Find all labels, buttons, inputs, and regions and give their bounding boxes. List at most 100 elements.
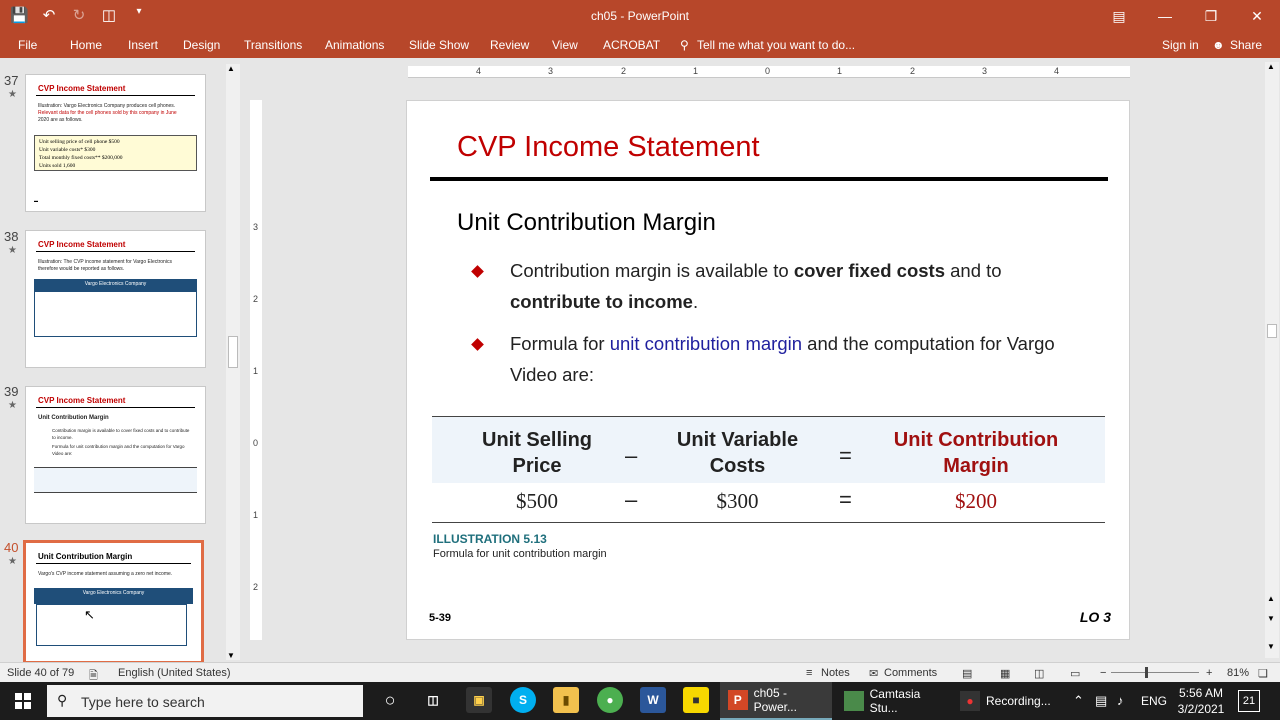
next-slide-icon[interactable]: ▼	[1267, 642, 1275, 651]
slide-thumbnail-38[interactable]: CVP Income Statement Illustration: The C…	[25, 230, 206, 368]
tab-animations[interactable]: Animations	[325, 38, 384, 52]
thumb-formula	[34, 467, 197, 493]
thumb-table-header: Vargo Electronics Company	[34, 588, 193, 604]
network-icon[interactable]: ▤	[1095, 693, 1107, 709]
tab-file[interactable]: File	[18, 38, 37, 52]
tab-acrobat[interactable]: ACROBAT	[603, 38, 660, 52]
zoom-slider-track[interactable]	[1111, 672, 1199, 673]
thumb-data-box: Unit selling price of cell phone $500 Un…	[34, 135, 197, 171]
word-icon[interactable]: W	[640, 687, 666, 713]
thumb-text: Illustration: The CVP income statement f…	[38, 259, 172, 272]
slide-thumbnail-40[interactable]: Unit Contribution Margin Vargo's CVP inc…	[23, 540, 204, 664]
slideshow-icon[interactable]: ▭	[1070, 667, 1080, 680]
thumb-table	[34, 291, 197, 337]
slide-subtitle[interactable]: Unit Contribution Margin	[457, 209, 716, 237]
file-explorer-icon[interactable]: ▮	[553, 687, 579, 713]
scroll-down-icon[interactable]: ▼	[1267, 614, 1275, 623]
zoom-slider-handle[interactable]	[1145, 667, 1148, 678]
chrome-icon[interactable]: ●	[597, 687, 623, 713]
illustration-number: ILLUSTRATION 5.13	[433, 532, 547, 546]
tab-transitions[interactable]: Transitions	[244, 38, 302, 52]
scrollbar-thumb[interactable]	[228, 336, 238, 368]
maximize-button[interactable]: ❐	[1188, 0, 1234, 32]
thumb-number: 37	[4, 73, 19, 88]
notification-center-icon[interactable]: 21	[1238, 690, 1260, 712]
zoom-out-button[interactable]: −	[1100, 667, 1106, 679]
fit-to-window-icon[interactable]: ❏	[1258, 667, 1268, 680]
thumb-bullet: Formula for unit contribution margin and…	[52, 444, 185, 456]
scroll-up-icon[interactable]: ▲	[1267, 62, 1275, 71]
lightbulb-icon: ⚲	[680, 38, 689, 52]
slide-counter: Slide 40 of 79	[7, 667, 75, 679]
illustration-caption: Formula for unit contribution margin	[433, 548, 607, 560]
thumbnail-scrollbar[interactable]: ▲ ▼	[226, 64, 240, 660]
windows-start-icon[interactable]	[0, 682, 46, 720]
sticky-notes-icon[interactable]: ■	[683, 687, 709, 713]
language-indicator[interactable]: English (United States)	[118, 667, 231, 679]
window-title: ch05 - PowerPoint	[590, 9, 690, 23]
reading-view-icon[interactable]: ◫	[1034, 667, 1044, 680]
tab-view[interactable]: View	[552, 38, 578, 52]
tab-review[interactable]: Review	[490, 38, 529, 52]
skype-icon[interactable]: S	[510, 687, 536, 713]
formula-table[interactable]: Unit Selling Price – Unit Variable Costs =…	[432, 416, 1105, 523]
taskbar-app-camtasia[interactable]: Camtasia Stu...	[840, 682, 950, 720]
taskbar-app-powerpoint[interactable]: P ch05 - Power...	[720, 682, 832, 720]
tab-insert[interactable]: Insert	[128, 38, 158, 52]
camtasia-icon	[844, 691, 864, 711]
tab-design[interactable]: Design	[183, 38, 220, 52]
close-button[interactable]: ✕	[1234, 0, 1280, 32]
scroll-up-icon[interactable]: ▲	[227, 64, 235, 73]
thumb-rule	[36, 95, 195, 96]
zoom-in-button[interactable]: +	[1206, 667, 1212, 679]
tell-me-search[interactable]: Tell me what you want to do...	[697, 38, 855, 52]
notes-button[interactable]: Notes	[821, 667, 850, 679]
tab-home[interactable]: Home	[70, 38, 102, 52]
taskbar-app-recording[interactable]: ● Recording...	[956, 682, 1056, 720]
thumb-text: Vargo's CVP income statement assuming a …	[38, 571, 173, 577]
thumb-number: 38	[4, 229, 19, 244]
tab-slide-show[interactable]: Slide Show	[409, 38, 469, 52]
store-icon[interactable]: ▣	[466, 687, 492, 713]
diamond-bullet-icon	[471, 265, 484, 278]
volume-icon[interactable]: ♪	[1117, 693, 1124, 708]
slide-thumbnail-37[interactable]: CVP Income Statement Illustration: Vargo…	[25, 74, 206, 212]
powerpoint-icon: P	[728, 690, 748, 710]
cortana-icon[interactable]: ○	[377, 687, 403, 713]
current-slide[interactable]: CVP Income Statement Unit Contribution M…	[406, 100, 1130, 640]
sign-in-link[interactable]: Sign in	[1162, 38, 1199, 52]
thumb-rule	[36, 407, 195, 408]
scrollbar-thumb[interactable]	[1267, 324, 1277, 338]
scroll-down-icon[interactable]: ▼	[227, 651, 235, 660]
search-icon: ⚲	[57, 692, 68, 708]
thumb-title: CVP Income Statement	[38, 240, 126, 249]
title-bar: 💾 ↶ ↻ ◫ ▾ ch05 - PowerPoint ▤ — ❐ ✕	[0, 0, 1280, 32]
chevron-up-icon[interactable]: ⌃	[1073, 693, 1084, 709]
scroll-up-icon[interactable]: ▲	[1267, 594, 1275, 603]
equals-operator: =	[839, 487, 852, 512]
notes-icon: ≡	[806, 667, 813, 679]
share-button[interactable]: Share	[1230, 38, 1262, 52]
slide-thumbnail-39[interactable]: CVP Income Statement Unit Contribution M…	[25, 386, 206, 524]
minus-operator: –	[625, 487, 638, 512]
slide-sorter-icon[interactable]: ▦	[1000, 667, 1010, 680]
normal-view-icon[interactable]: ▤	[962, 667, 972, 680]
thumb-table	[36, 604, 187, 646]
slide-title[interactable]: CVP Income Statement	[457, 131, 760, 164]
ribbon-display-icon[interactable]: ▤	[1096, 0, 1142, 32]
share-icon: ☻	[1212, 38, 1225, 52]
minus-operator: –	[625, 443, 638, 468]
language-indicator[interactable]: ENG	[1141, 694, 1167, 708]
taskbar-search-box[interactable]: ⚲ Type here to search	[47, 685, 363, 717]
thumb-rule	[36, 251, 195, 252]
status-bar: Slide 40 of 79 🗎 English (United States)…	[0, 662, 1280, 682]
editor-scrollbar[interactable]: ▲ ▲ ▼ ▼	[1265, 62, 1279, 658]
task-view-icon[interactable]: ◫	[420, 687, 446, 713]
thumb-rule	[36, 563, 191, 564]
minimize-button[interactable]: —	[1142, 0, 1188, 32]
zoom-level[interactable]: 81%	[1227, 667, 1249, 679]
system-clock[interactable]: 5:56 AM 3/2/2021	[1176, 685, 1226, 717]
comments-button[interactable]: Comments	[884, 667, 937, 679]
equals-operator: =	[839, 443, 852, 468]
slide-page-number: 5-39	[429, 612, 452, 624]
